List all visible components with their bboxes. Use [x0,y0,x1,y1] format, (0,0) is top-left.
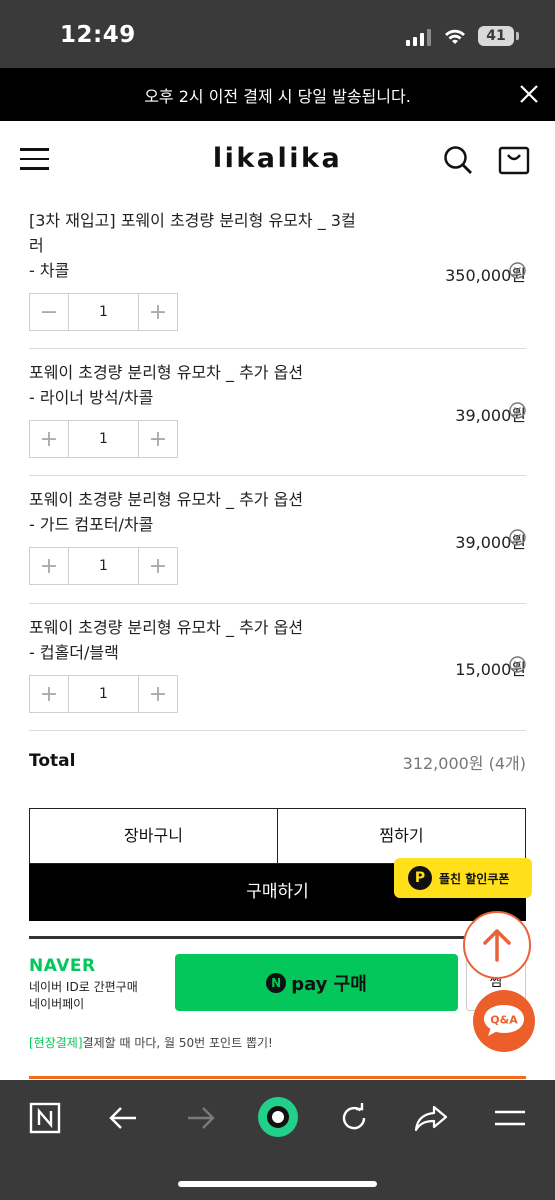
banner-text: 오후 2시 이전 결제 시 당일 발송됩니다. [144,86,411,106]
naver-pay-button[interactable]: N pay 구매 [175,954,458,1011]
search-icon[interactable] [443,145,473,175]
item-title: 포웨이 초경량 분리형 유모차 _ 추가 옵션 [29,490,304,509]
naver-n-icon: N [266,972,287,993]
coupon-text: 플친 할인쿠폰 [439,871,510,886]
item-title: [3차 재입고] 포웨이 초경량 분리형 유모차 _ 3컬러 [29,211,356,255]
naver-desc-line1: 네이버 ID로 간편구매 [29,980,138,994]
battery-icon: 41 [478,26,514,46]
scroll-to-top-button[interactable] [463,911,531,979]
qa-label: Q&A [490,1014,518,1027]
back-arrow-icon[interactable] [105,1100,141,1136]
chat-bubble-icon: Q&A [484,1005,524,1036]
quantity-stepper: − 1 + [29,293,178,331]
increase-button[interactable]: + [139,421,177,457]
naver-home-icon[interactable] [27,1100,63,1136]
naver-note-highlight: [현장결제] [29,1036,83,1050]
action-buttons: 장바구니 찜하기 [29,808,526,864]
cart-item: 포웨이 초경량 분리형 유모차 _ 추가 옵션 - 가드 컴포터/차콜 [29,487,526,537]
menu-icon[interactable] [492,1100,528,1136]
remove-item-icon[interactable] [509,262,526,279]
divider [29,475,526,476]
forward-arrow-icon[interactable] [183,1100,219,1136]
close-icon[interactable] [517,82,541,106]
shopping-bag-icon[interactable] [498,145,530,175]
cart-item: 포웨이 초경량 분리형 유모차 _ 추가 옵션 - 라이너 방석/차콜 [29,360,526,410]
quantity-value[interactable]: 1 [68,548,139,584]
qa-button[interactable]: Q&A [473,990,535,1052]
naver-note-text: 결제할 때 마다, 월 50번 포인트 뽑기! [82,1036,273,1050]
total-value: 312,000원 (4개) [402,754,526,773]
increase-button[interactable]: + [139,548,177,584]
naver-pay-section: NAVER 네이버 ID로 간편구매 네이버페이 N pay 구매 찜 [29,936,526,1027]
increase-button[interactable]: + [139,676,177,712]
cart-item: 포웨이 초경량 분리형 유모차 _ 추가 옵션 - 컵홀더/블랙 [29,615,526,665]
total-label: Total [29,751,76,771]
item-option: - 가드 컴포터/차콜 [29,515,154,534]
item-title: 포웨이 초경량 분리형 유모차 _ 추가 옵션 [29,618,304,637]
coupon-p-icon: P [408,866,432,890]
coupon-badge[interactable]: P 플친 할인쿠폰 [394,858,532,898]
quantity-stepper: + 1 + [29,675,178,713]
divider [29,348,526,349]
quantity-value[interactable]: 1 [68,676,139,712]
wifi-icon [445,29,465,44]
item-title: 포웨이 초경량 분리형 유모차 _ 추가 옵션 [29,363,304,382]
arrow-up-icon [483,929,511,962]
status-time: 12:49 [60,22,136,48]
share-icon[interactable] [413,1100,449,1136]
decrease-button[interactable]: − [30,294,68,330]
cellular-signal-icon [406,29,431,46]
wishlist-button[interactable]: 찜하기 [278,809,525,863]
quantity-stepper: + 1 + [29,547,178,585]
remove-item-icon[interactable] [509,656,526,673]
decrease-button[interactable]: + [30,421,68,457]
remove-item-icon[interactable] [509,529,526,546]
decrease-button[interactable]: + [30,676,68,712]
refresh-icon[interactable] [336,1100,372,1136]
increase-button[interactable]: + [139,294,177,330]
shipping-banner: 오후 2시 이전 결제 시 당일 발송됩니다. [0,68,555,121]
remove-item-icon[interactable] [509,402,526,419]
quantity-stepper: + 1 + [29,420,178,458]
green-dot-icon[interactable] [256,1095,300,1139]
add-to-cart-button[interactable]: 장바구니 [30,809,278,863]
naver-description: 네이버 ID로 간편구매 네이버페이 [29,979,138,1013]
battery-tip [516,32,519,40]
naver-pay-label: pay 구매 [291,973,367,995]
quantity-value[interactable]: 1 [68,294,139,330]
naver-logo: NAVER [29,956,96,976]
item-option: - 컵홀더/블랙 [29,643,119,662]
naver-note: [현장결제]결제할 때 마다, 월 50번 포인트 뽑기! [29,1034,273,1051]
divider [29,730,526,731]
divider [29,1076,526,1079]
status-bar: 12:49 41 [0,0,555,68]
naver-desc-line2: 네이버페이 [29,997,85,1011]
divider [29,603,526,604]
item-option: - 라이너 방석/차콜 [29,388,154,407]
quantity-value[interactable]: 1 [68,421,139,457]
decrease-button[interactable]: + [30,548,68,584]
home-indicator [178,1181,377,1187]
site-header: likalika [0,121,555,197]
